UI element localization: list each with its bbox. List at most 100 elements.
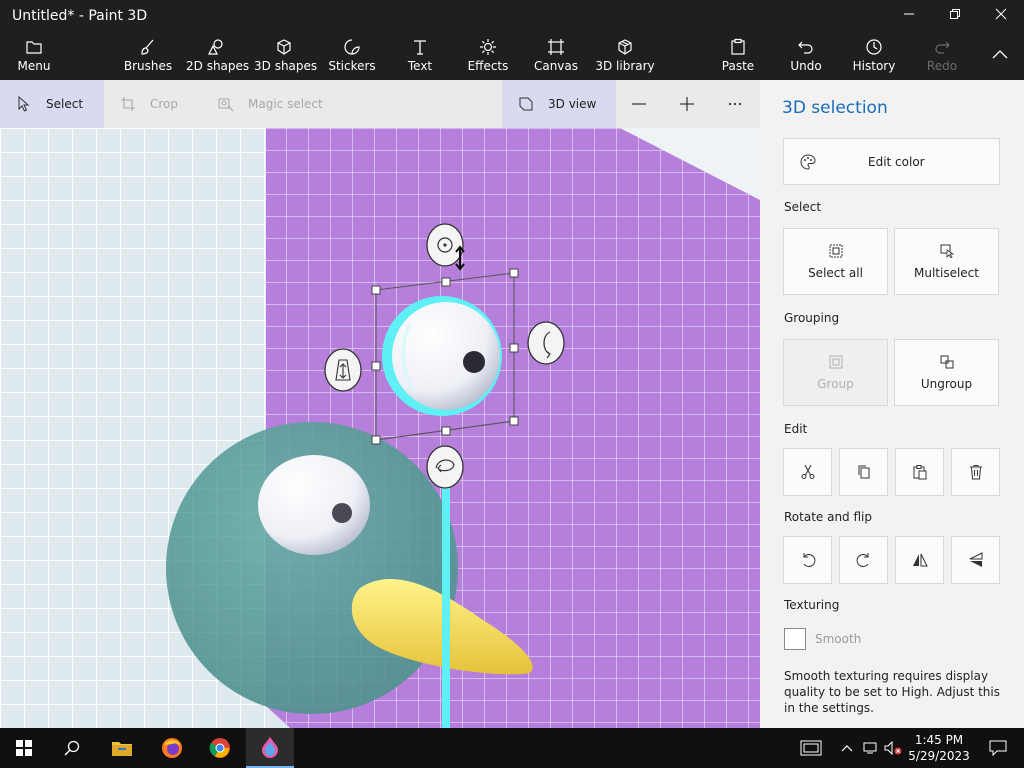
firefox-button[interactable] [148,728,196,768]
window-title: Untitled* - Paint 3D [12,8,148,24]
canvas-button[interactable]: Canvas [532,32,580,80]
magic-select-button[interactable]: Magic select [200,80,340,128]
collapse-ribbon-button[interactable] [980,32,1020,80]
paste-icon [913,465,926,480]
eye-sphere-left [258,455,370,555]
panel-title: 3D selection [782,98,888,118]
3d-view-icon [519,97,533,111]
selection-handle[interactable] [441,277,451,287]
search-button[interactable] [48,728,96,768]
selection-handle[interactable] [441,426,451,436]
rotate-x-handle[interactable] [426,445,464,489]
pupil-right [463,351,485,373]
volume-tray-button[interactable] [882,728,904,768]
rotate-z-handle[interactable] [426,223,464,267]
close-button[interactable] [978,0,1024,32]
select-all-button[interactable]: Select all [783,228,888,295]
start-button[interactable] [0,728,48,768]
canvas-scene [0,128,760,728]
selection-handle[interactable] [509,416,519,426]
2d-shapes-button[interactable]: 2D shapes [186,32,249,80]
show-hidden-icons-button[interactable] [836,728,858,768]
flip-vertical-button[interactable] [951,536,1000,584]
selected-eye-sphere[interactable] [392,302,500,410]
taskbar-clock[interactable]: 1:45 PM 5/29/2023 [906,732,972,764]
zoom-in-button[interactable] [670,80,704,128]
more-options-button[interactable] [718,80,752,128]
tablet-mode-icon [800,740,822,756]
3d-canvas[interactable] [0,128,760,728]
edit-color-button[interactable]: Edit color [783,138,1000,185]
action-center-tray-button[interactable] [794,728,828,768]
redo-label: Redo [926,59,958,73]
notifications-button[interactable] [976,728,1020,768]
edit-color-label: Edit color [868,155,925,169]
multiselect-icon [940,244,954,258]
selection-handle[interactable] [509,268,519,278]
copy-button[interactable] [839,448,888,496]
plus-icon [680,97,694,111]
smooth-checkbox[interactable] [784,628,806,650]
3d-shapes-button[interactable]: 3D shapes [254,32,317,80]
3d-library-icon [618,39,632,55]
minimize-button[interactable] [886,0,932,32]
network-tray-button[interactable] [860,728,882,768]
texturing-section-label: Texturing [784,598,840,612]
rotate-y-handle[interactable] [527,321,565,365]
pupil-left [332,503,352,523]
paint3d-taskbar-button[interactable] [246,728,294,768]
scissors-icon [801,464,814,479]
selection-handle[interactable] [371,285,381,295]
brushes-button[interactable]: Brushes [122,32,174,80]
cut-button[interactable] [783,448,832,496]
selection-stem [442,458,450,728]
undo-label: Undo [790,59,822,73]
flip-horizontal-button[interactable] [895,536,944,584]
paste-panel-button[interactable] [895,448,944,496]
effects-button[interactable]: Effects [464,32,512,80]
text-button[interactable]: Text [398,32,442,80]
rotate-right-button[interactable] [839,536,888,584]
stickers-button[interactable]: Stickers [326,32,378,80]
menu-button[interactable]: Menu [10,32,58,80]
copy-icon [858,465,869,479]
history-icon [866,39,882,55]
text-icon [414,40,426,55]
selection-handle[interactable] [371,435,381,445]
paste-button[interactable]: Paste [716,32,760,80]
multiselect-button[interactable]: Multiselect [894,228,999,295]
zoom-out-button[interactable] [622,80,656,128]
paste-label: Paste [721,59,755,73]
chrome-button[interactable] [196,728,244,768]
rotate-left-button[interactable] [783,536,832,584]
redo-button[interactable]: Redo [920,32,964,80]
file-explorer-button[interactable] [98,728,146,768]
3d-view-button[interactable]: 3D view [502,80,616,128]
magic-select-icon [218,98,234,112]
history-button[interactable]: History [850,32,898,80]
tool-strip: Select Crop Magic select 3D view [0,80,760,128]
folder-icon [26,41,42,54]
taskbar: 1:45 PM 5/29/2023 [0,728,1024,768]
delete-button[interactable] [951,448,1000,496]
select-tool-button[interactable]: Select [0,80,104,128]
multiselect-label: Multiselect [914,266,979,280]
maximize-button[interactable] [932,0,978,32]
stickers-label: Stickers [328,59,376,73]
clipboard-icon [731,38,745,55]
brushes-label: Brushes [123,59,173,73]
selection-handle[interactable] [371,361,381,371]
rotate-left-icon [803,553,815,567]
crop-tool-button[interactable]: Crop [104,80,200,128]
sun-icon [480,39,496,55]
undo-button[interactable]: Undo [784,32,828,80]
ungroup-button[interactable]: Ungroup [894,339,999,406]
clock-date: 5/29/2023 [908,749,970,763]
push-back-handle[interactable] [324,348,362,392]
3d-library-button[interactable]: 3D library [594,32,656,80]
cursor-arrow-icon [18,96,30,112]
group-button[interactable]: Group [783,339,888,406]
search-icon [64,740,80,756]
selection-handle[interactable] [509,343,519,353]
ungroup-icon [940,355,953,369]
